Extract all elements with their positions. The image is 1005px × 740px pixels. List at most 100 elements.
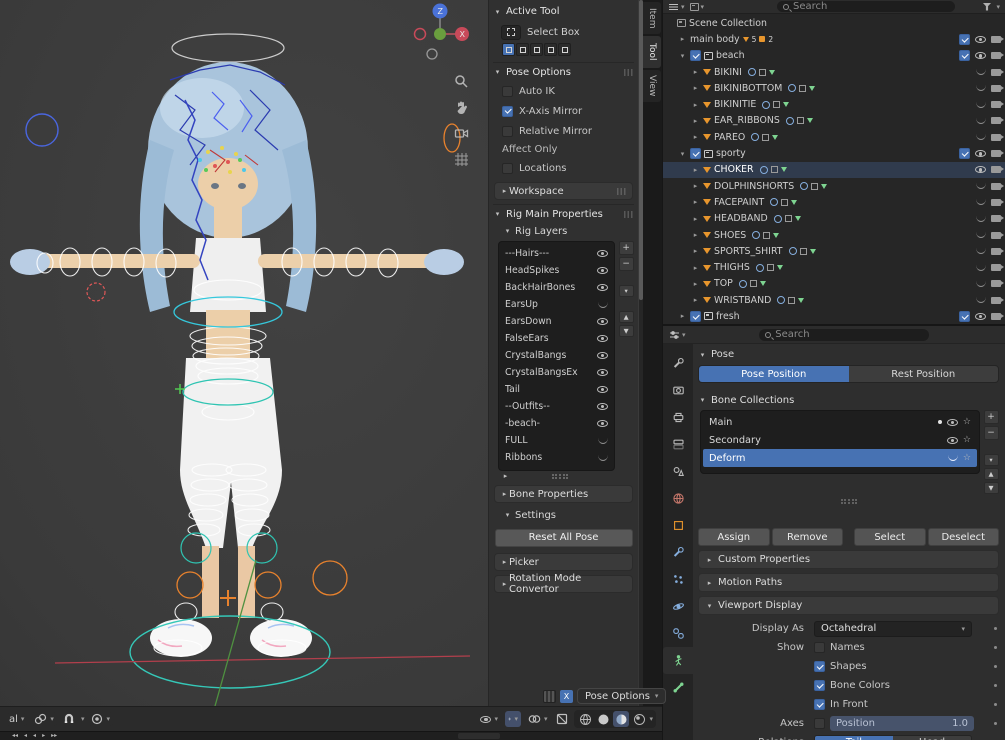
bone-properties-panel[interactable]: ▸Bone Properties: [494, 485, 633, 503]
pan-hand-icon[interactable]: [452, 98, 470, 116]
rig-layer-row[interactable]: HeadSpikes: [499, 262, 614, 279]
x-axis-mirror-checkbox[interactable]: [502, 106, 513, 117]
select-mode-extend[interactable]: [516, 43, 529, 56]
camera-render-visibility-icon[interactable]: [991, 52, 1001, 59]
outliner-row[interactable]: ▸EAR_RIBBONS: [663, 113, 1005, 129]
camera-render-visibility-icon[interactable]: [991, 85, 1001, 92]
tab-constraints[interactable]: [663, 620, 693, 647]
animate-dot[interactable]: [994, 722, 997, 725]
move-layer-up-button[interactable]: ▲: [619, 311, 634, 323]
animate-dot[interactable]: [994, 703, 997, 706]
names-checkbox[interactable]: [814, 642, 825, 653]
solo-star-icon[interactable]: ☆: [963, 418, 971, 427]
rig-layer-row[interactable]: CrystalBangsEx: [499, 364, 614, 381]
tab-bone[interactable]: [663, 674, 693, 701]
custom-properties-panel[interactable]: ▸Custom Properties: [698, 550, 999, 569]
move-layer-down-button[interactable]: ▼: [619, 325, 634, 337]
bone-collection-row[interactable]: Secondary☆: [703, 431, 977, 449]
collection-include-checkbox[interactable]: [690, 148, 701, 159]
tab-scene[interactable]: [663, 458, 693, 485]
eye-open-icon[interactable]: [947, 419, 958, 426]
display-mode-dropdown[interactable]: ▾: [690, 3, 705, 11]
xray-toggle[interactable]: [554, 711, 570, 727]
eye-open-icon[interactable]: [597, 403, 608, 410]
camera-render-visibility-icon[interactable]: [991, 280, 1001, 287]
select-mode-invert[interactable]: [544, 43, 557, 56]
remove-layer-button[interactable]: −: [619, 257, 634, 271]
selectable-checkbox[interactable]: [959, 34, 970, 45]
disclosure-closed-icon[interactable]: ▸: [691, 166, 700, 174]
outliner-row[interactable]: ▸DOLPHINSHORTS: [663, 178, 1005, 194]
sidebar-tab-item[interactable]: Item: [643, 2, 661, 34]
tab-view-layer[interactable]: [663, 431, 693, 458]
current-frame-field[interactable]: [458, 733, 500, 739]
move-collection-down-button[interactable]: ▼: [984, 482, 999, 494]
viewport-display-panel[interactable]: ▾Viewport Display: [698, 596, 999, 615]
outliner-row[interactable]: ▸SHOES: [663, 227, 1005, 243]
sidebar-tab-tool[interactable]: Tool: [643, 36, 661, 68]
rig-layers-header[interactable]: ▾Rig Layers: [493, 223, 634, 239]
axes-checkbox[interactable]: [814, 718, 825, 729]
x-axis-toggle[interactable]: X: [560, 690, 573, 703]
relative-mirror-checkbox[interactable]: [502, 126, 513, 137]
editor-type-dropdown[interactable]: ▾: [668, 2, 685, 12]
outliner-row[interactable]: ▸SPORTS_SHIRT: [663, 243, 1005, 259]
eye-closed-icon[interactable]: [976, 248, 986, 254]
camera-render-visibility-icon[interactable]: [991, 69, 1001, 76]
shading-dropdown[interactable]: ▾: [649, 715, 653, 723]
collection-include-checkbox[interactable]: [690, 50, 701, 61]
head-button[interactable]: Head: [893, 736, 971, 740]
eye-open-icon[interactable]: [597, 386, 608, 393]
rig-layer-row[interactable]: Ribbons: [499, 449, 614, 466]
navigation-gizmo[interactable]: Z X: [412, 0, 472, 70]
play-icon[interactable]: ▸: [42, 733, 45, 739]
operator-panel-icon[interactable]: [543, 690, 556, 703]
sidebar-tab-view[interactable]: View: [643, 70, 661, 102]
eye-closed-icon[interactable]: [598, 455, 608, 461]
eye-open-icon[interactable]: [597, 369, 608, 376]
camera-render-visibility-icon[interactable]: [991, 297, 1001, 304]
rig-layer-row[interactable]: -beach-: [499, 415, 614, 432]
bone-collections-header[interactable]: ▾Bone Collections: [698, 391, 999, 409]
in-front-checkbox[interactable]: [814, 699, 825, 710]
eye-open-icon[interactable]: [975, 313, 986, 320]
editor-type-dropdown[interactable]: ▾: [669, 330, 686, 340]
overlays-dropdown[interactable]: ▾: [525, 712, 551, 726]
bone-colors-checkbox[interactable]: [814, 680, 825, 691]
eye-open-icon[interactable]: [975, 166, 986, 173]
collection-include-checkbox[interactable]: [690, 311, 701, 322]
move-collection-up-button[interactable]: ▲: [984, 468, 999, 480]
locations-checkbox[interactable]: [502, 163, 513, 174]
outliner-row[interactable]: ▸CHOKER: [663, 162, 1005, 178]
camera-render-visibility-icon[interactable]: [991, 36, 1001, 43]
eye-closed-icon[interactable]: [598, 302, 608, 308]
disclosure-closed-icon[interactable]: ▸: [691, 182, 700, 190]
play-reverse-icon[interactable]: ◂: [33, 733, 36, 739]
tab-physics[interactable]: [663, 593, 693, 620]
eye-open-icon[interactable]: [597, 420, 608, 427]
eye-open-icon[interactable]: [597, 352, 608, 359]
outliner-row[interactable]: ▸BIKINIBOTTOM: [663, 80, 1005, 96]
disclosure-closed-icon[interactable]: ▸: [691, 231, 700, 239]
shading-wireframe[interactable]: [577, 711, 593, 727]
disclosure-closed-icon[interactable]: ▸: [691, 198, 700, 206]
filter-icon[interactable]: [982, 3, 991, 11]
add-layer-button[interactable]: +: [619, 241, 634, 255]
properties-search-input[interactable]: Search: [759, 329, 929, 341]
rig-main-properties-header[interactable]: ▾Rig Main Properties: [493, 204, 634, 223]
eye-closed-icon[interactable]: [976, 85, 986, 91]
rig-layer-row[interactable]: Tail: [499, 381, 614, 398]
select-mode-set[interactable]: [502, 43, 515, 56]
pose-options-button[interactable]: Pose Options▾: [577, 688, 666, 704]
rig-layer-row[interactable]: EarsDown: [499, 313, 614, 330]
bone-collection-row[interactable]: Deform☆: [703, 449, 977, 467]
camera-render-visibility-icon[interactable]: [991, 183, 1001, 190]
eye-open-icon[interactable]: [947, 437, 958, 444]
eye-open-icon[interactable]: [597, 335, 608, 342]
eye-closed-icon[interactable]: [598, 438, 608, 444]
rig-layer-row[interactable]: FULL: [499, 432, 614, 449]
sidebar-scrollbar[interactable]: [639, 0, 643, 706]
gizmo-dropdown[interactable]: ▾: [505, 711, 521, 727]
layer-specials-menu[interactable]: ▾: [619, 285, 634, 297]
disclosure-closed-icon[interactable]: ▸: [691, 247, 700, 255]
